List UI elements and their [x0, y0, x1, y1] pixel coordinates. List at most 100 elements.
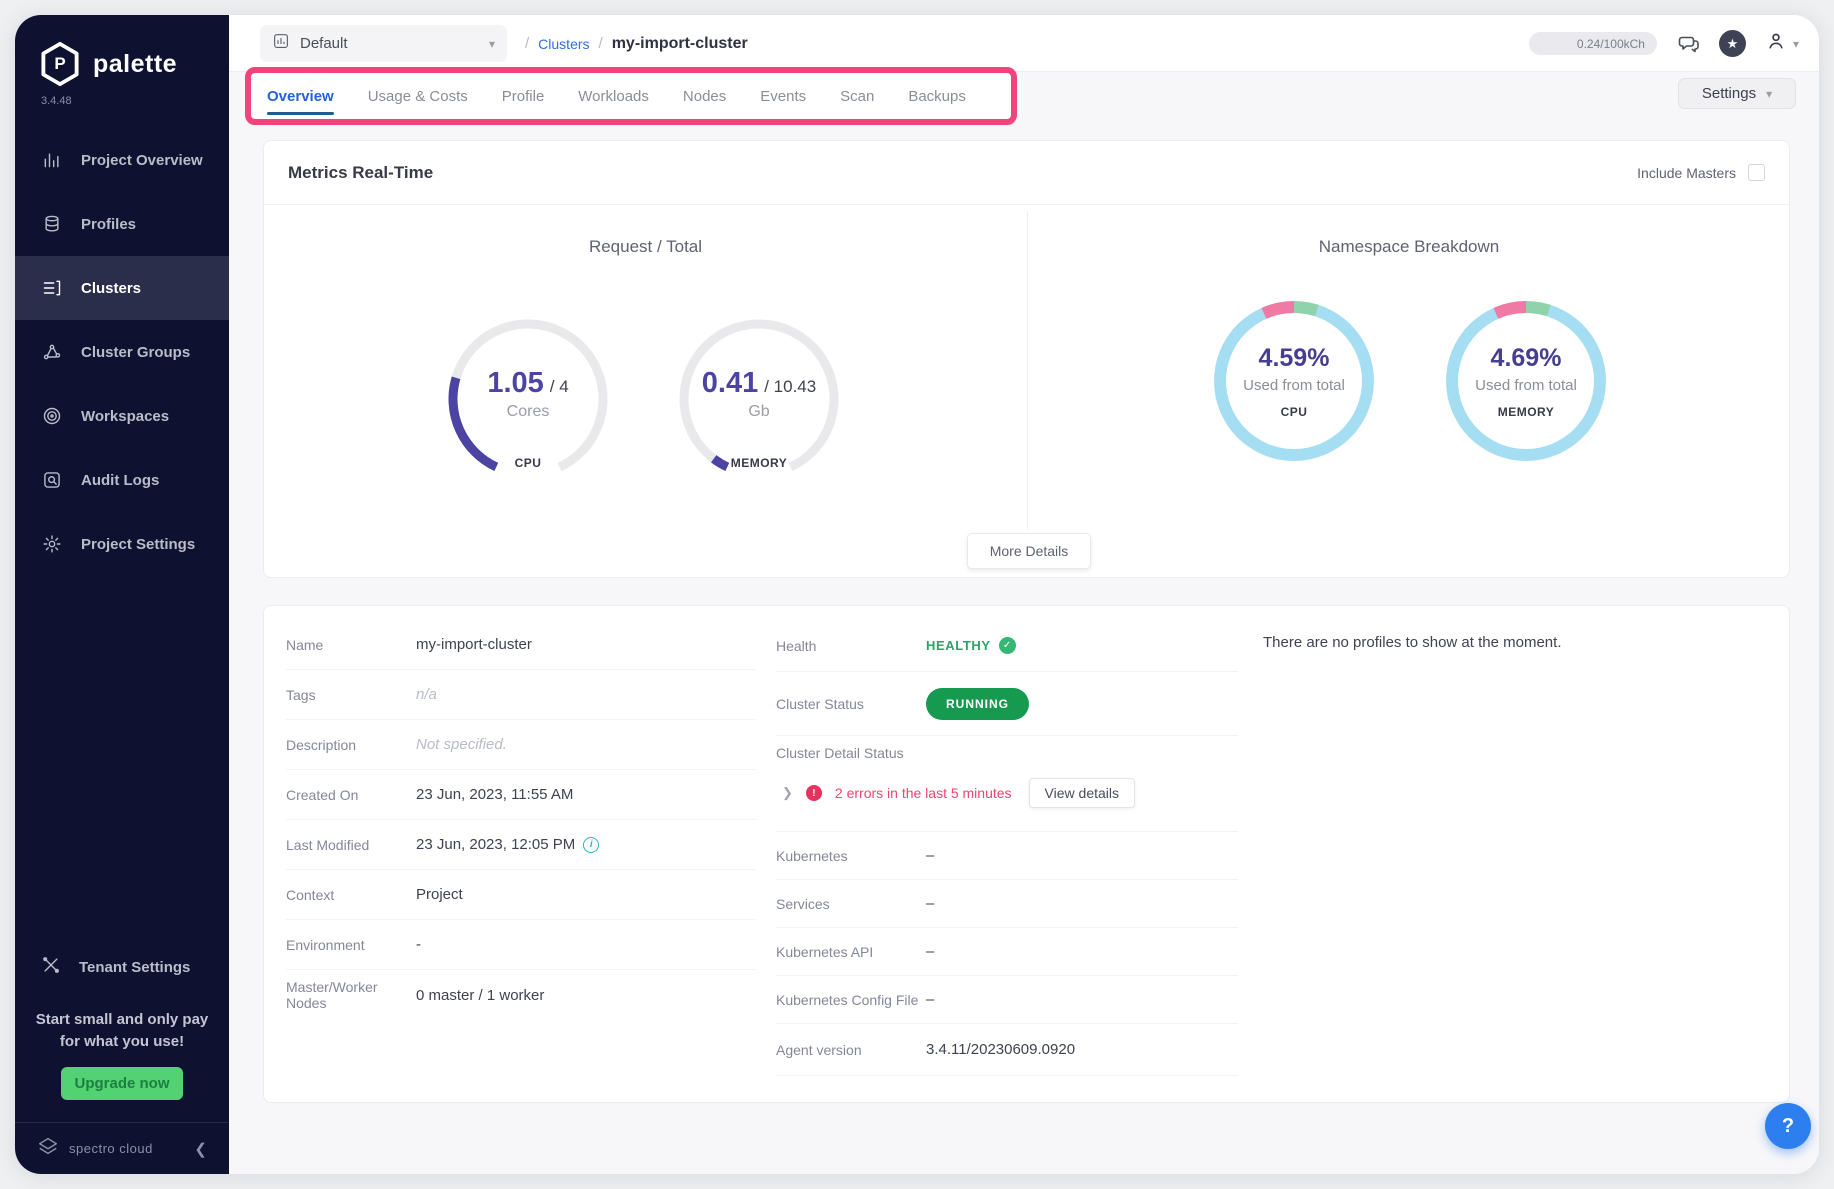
- tab-workloads[interactable]: Workloads: [578, 73, 649, 119]
- palette-logo-icon: P: [39, 41, 81, 87]
- detail-row-kubernetes-api: Kubernetes API –: [776, 928, 1238, 976]
- sidebar-item-profiles[interactable]: Profiles: [15, 192, 229, 256]
- metrics-title: Metrics Real-Time: [288, 163, 433, 183]
- star-notifications-icon[interactable]: ★: [1719, 30, 1746, 57]
- cluster-status-row: Cluster Status RUNNING: [776, 672, 1238, 736]
- cpu-request-value: 1.05: [487, 367, 543, 400]
- sidebar-item-audit-logs[interactable]: Audit Logs: [15, 448, 229, 512]
- cpu-total-value: / 4: [550, 377, 569, 397]
- brand: P palette: [39, 41, 177, 87]
- breadcrumb-clusters-link[interactable]: Clusters: [538, 36, 589, 52]
- metrics-header: Metrics Real-Time Include Masters: [264, 141, 1789, 205]
- cpu-gauge-label: CPU: [443, 456, 613, 470]
- chart-box-icon: [272, 32, 290, 55]
- sidebar-footer: spectro cloud ❮: [15, 1122, 229, 1174]
- usage-badge[interactable]: 0.24/100kCh: [1529, 32, 1657, 55]
- user-icon: [1765, 30, 1787, 57]
- bar-chart-icon: [41, 149, 63, 171]
- sidebar-item-label: Project Overview: [81, 152, 203, 169]
- sidebar-item-project-overview[interactable]: Project Overview: [15, 128, 229, 192]
- topbar-right: 0.24/100kCh ★ ▾: [1529, 15, 1799, 72]
- target-icon: [41, 405, 63, 427]
- project-selector-value: Default: [300, 35, 479, 52]
- sidebar-item-clusters[interactable]: Clusters: [15, 256, 229, 320]
- search-doc-icon: [41, 469, 63, 491]
- cpu-namespace-donut: 4.59% Used from total CPU: [1214, 301, 1374, 461]
- collapse-sidebar-icon[interactable]: ❮: [194, 1140, 207, 1158]
- more-details-button[interactable]: More Details: [967, 533, 1091, 569]
- detail-row-agent-version: Agent version 3.4.11/20230609.0920: [776, 1024, 1238, 1076]
- cluster-status-column: Health HEALTHY ✓ Cluster Status RUNNING …: [776, 620, 1238, 1076]
- memory-used-pct: 4.69%: [1491, 344, 1562, 373]
- info-icon[interactable]: i: [583, 837, 599, 853]
- tab-overview[interactable]: Overview: [267, 73, 334, 119]
- project-selector[interactable]: Default ▾: [260, 25, 507, 62]
- sidebar-item-workspaces[interactable]: Workspaces: [15, 384, 229, 448]
- sidebar-item-label: Project Settings: [81, 536, 195, 553]
- promo-text: Start small and only pay for what you us…: [15, 1009, 229, 1053]
- cpu-gauge: 1.05 / 4 Cores CPU: [443, 314, 613, 484]
- sidebar-item-cluster-groups[interactable]: Cluster Groups: [15, 320, 229, 384]
- app-version: 3.4.48: [41, 95, 72, 107]
- metrics-card: Metrics Real-Time Include Masters Reques…: [263, 140, 1790, 578]
- sidebar: P palette 3.4.48 Project Overview Profil…: [15, 15, 229, 1174]
- tab-backups[interactable]: Backups: [908, 73, 966, 119]
- chart-divider: [1027, 211, 1028, 529]
- health-row: Health HEALTHY ✓: [776, 620, 1238, 672]
- breadcrumb: / Clusters / my-import-cluster: [525, 15, 748, 72]
- sidebar-nav: Project Overview Profiles Clusters Clust…: [15, 128, 229, 576]
- footer-brand: spectro cloud: [69, 1141, 184, 1156]
- cpu-used-pct: 4.59%: [1259, 344, 1330, 373]
- request-total-title: Request / Total: [264, 237, 1027, 257]
- upgrade-now-button[interactable]: Upgrade now: [61, 1067, 183, 1100]
- chat-icon[interactable]: [1676, 32, 1700, 56]
- memory-namespace-donut: 4.69% Used from total MEMORY: [1446, 301, 1606, 461]
- detail-row-description: Description Not specified.: [286, 720, 756, 770]
- view-details-button[interactable]: View details: [1029, 778, 1135, 808]
- breadcrumb-current: my-import-cluster: [612, 35, 748, 53]
- memory-request-value: 0.41: [702, 367, 758, 400]
- settings-button[interactable]: Settings ▾: [1678, 78, 1796, 109]
- tools-icon: [41, 955, 61, 979]
- user-menu[interactable]: ▾: [1765, 30, 1799, 57]
- chevron-right-icon[interactable]: ❯: [782, 785, 793, 801]
- tab-scan[interactable]: Scan: [840, 73, 874, 119]
- chevron-down-icon: ▾: [489, 37, 495, 51]
- detail-row-created-on: Created On 23 Jun, 2023, 11:55 AM: [286, 770, 756, 820]
- sidebar-item-label: Workspaces: [81, 408, 169, 425]
- help-button[interactable]: ?: [1765, 1103, 1811, 1149]
- main-area: Default ▾ / Clusters / my-import-cluster…: [229, 15, 1819, 1174]
- detail-row-environment: Environment -: [286, 920, 756, 970]
- memory-donut-label: MEMORY: [1498, 405, 1555, 419]
- include-masters-checkbox[interactable]: [1748, 164, 1765, 181]
- tab-usage-costs[interactable]: Usage & Costs: [368, 73, 468, 119]
- namespace-breakdown-title: Namespace Breakdown: [1027, 237, 1791, 257]
- tab-nodes[interactable]: Nodes: [683, 73, 726, 119]
- gear-icon: [41, 533, 63, 555]
- error-row: ❯ ! 2 errors in the last 5 minutes View …: [776, 778, 1238, 808]
- sidebar-item-tenant-settings[interactable]: Tenant Settings: [15, 939, 229, 995]
- status-badge: RUNNING: [926, 688, 1029, 720]
- profiles-empty-message: There are no profiles to show at the mom…: [1263, 634, 1561, 651]
- detail-row-context: Context Project: [286, 870, 756, 920]
- memory-gauge-label: MEMORY: [674, 456, 844, 470]
- topbar: Default ▾ / Clusters / my-import-cluster…: [229, 15, 1819, 72]
- layers-icon: [41, 213, 63, 235]
- cluster-details-card: Name my-import-cluster Tags n/a Descript…: [263, 605, 1790, 1103]
- sidebar-item-label: Profiles: [81, 216, 136, 233]
- cluster-detail-status-block: Cluster Detail Status ❯ ! 2 errors in th…: [776, 736, 1238, 832]
- tab-profile[interactable]: Profile: [502, 73, 545, 119]
- cluster-info-column: Name my-import-cluster Tags n/a Descript…: [286, 620, 756, 1020]
- sidebar-item-label: Audit Logs: [81, 472, 159, 489]
- memory-total-value: / 10.43: [764, 377, 816, 397]
- network-icon: [41, 341, 63, 363]
- tab-events[interactable]: Events: [760, 73, 806, 119]
- sidebar-item-label: Clusters: [81, 280, 141, 297]
- detail-row-name: Name my-import-cluster: [286, 620, 756, 670]
- sidebar-item-project-settings[interactable]: Project Settings: [15, 512, 229, 576]
- chevron-down-icon: ▾: [1793, 37, 1799, 51]
- detail-row-last-modified: Last Modified 23 Jun, 2023, 12:05 PM i: [286, 820, 756, 870]
- spectro-cloud-logo-icon: [37, 1135, 59, 1162]
- memory-unit: Gb: [748, 403, 769, 421]
- list-icon: [41, 277, 63, 299]
